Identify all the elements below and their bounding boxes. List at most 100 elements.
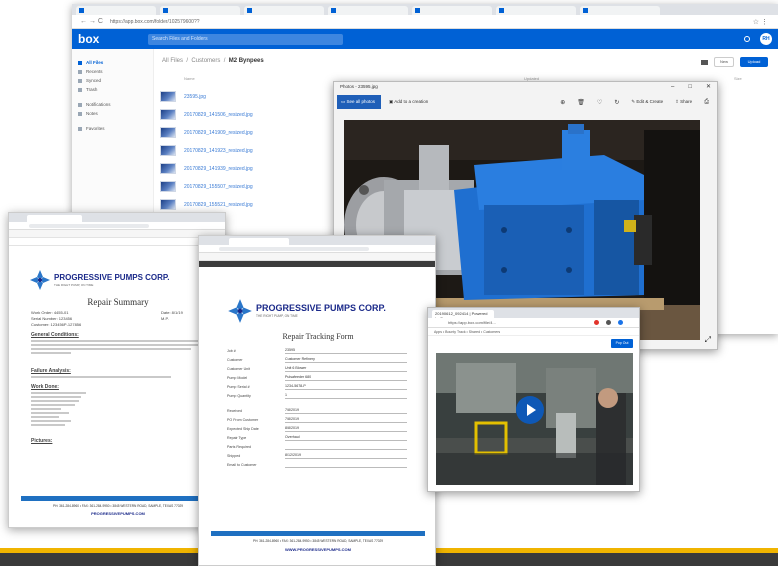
company-logo: PROGRESSIVE PUMPS CORP. THE RIGHT PUMP, … — [227, 298, 386, 324]
company-tagline: THE RIGHT PUMP, ON TIME — [54, 282, 94, 287]
pop-out-button[interactable]: Pop Out — [611, 339, 633, 348]
file-row[interactable]: 23595.jpg — [160, 88, 206, 105]
maximize-icon[interactable]: □ — [688, 84, 692, 90]
file-name[interactable]: 20170829_141939_resized.jpg — [184, 166, 253, 172]
address-url[interactable] — [219, 247, 369, 251]
box-video-window: 20190612_092414 | Powered by Box https:/… — [427, 307, 640, 492]
company-logo: PROGRESSIVE PUMPS CORP. THE RIGHT PUMP, … — [29, 269, 169, 291]
browser-tab[interactable] — [244, 6, 324, 15]
avatar[interactable]: RH — [760, 33, 772, 45]
star-icon — [78, 126, 82, 131]
delete-icon[interactable]: 🗑 — [577, 99, 585, 106]
add-to-creation-button[interactable]: ▣ Add to a creation — [389, 99, 428, 105]
browser-tab[interactable] — [76, 6, 156, 15]
address-url[interactable] — [29, 224, 149, 228]
file-row[interactable]: 20170829_155507_resized.jpg — [160, 178, 253, 195]
search-input[interactable]: Search Files and Folders — [148, 33, 343, 45]
footer-website[interactable]: PROGRESSIVEPUMPS.COM — [21, 511, 215, 516]
file-row[interactable]: 20170829_141939_resized.jpg — [160, 160, 253, 177]
sidebar-item-trash[interactable]: Trash — [78, 85, 147, 94]
breadcrumb: All Files / Customers / M2 Bynpees — [162, 58, 264, 64]
sidebar-item-notes[interactable]: Notes — [78, 109, 147, 118]
zoom-icon[interactable]: ⊕ — [560, 99, 565, 106]
sidebar-item-synced[interactable]: Synced — [78, 76, 147, 85]
form-label: Pump Model — [227, 375, 248, 380]
tracking-form: Job #23595 Customer Customer Refinery Custo… — [227, 346, 407, 469]
help-icon[interactable] — [744, 36, 750, 42]
browser-tab[interactable] — [160, 6, 240, 15]
expand-icon[interactable]: ⤢ — [705, 335, 711, 345]
browser-address-bar — [199, 245, 435, 253]
text-line — [31, 376, 171, 378]
file-name[interactable]: 20170829_155521_resized.jpg — [184, 202, 253, 208]
file-name[interactable]: 23595.jpg — [184, 94, 206, 100]
box-logo[interactable]: box — [78, 32, 148, 46]
play-button-icon[interactable] — [516, 396, 544, 424]
column-name[interactable]: Name — [184, 76, 195, 81]
browser-nav-icons[interactable]: ← → C — [80, 18, 110, 25]
browser-tab[interactable]: 20190612_092414 | Powered by Box — [432, 310, 494, 321]
extension-icon[interactable] — [618, 320, 623, 325]
text-line — [31, 420, 71, 422]
file-name[interactable]: 20170829_155507_resized.jpg — [184, 184, 253, 190]
extension-icon[interactable] — [594, 320, 599, 325]
extension-icon[interactable] — [606, 320, 611, 325]
column-size[interactable]: Size — [734, 76, 742, 81]
sidebar-item-label: Notes — [86, 111, 98, 116]
breadcrumb-root[interactable]: All Files — [162, 58, 183, 64]
pump-logo-icon — [228, 299, 252, 323]
browser-tab[interactable] — [27, 215, 82, 222]
close-icon[interactable]: ✕ — [706, 84, 711, 90]
address-url[interactable]: https://app.box.com/folder/102579600?? — [110, 19, 200, 25]
see-all-photos-button[interactable]: ▭ See all photos — [337, 95, 381, 109]
sidebar-item-all-files[interactable]: All Files — [78, 58, 147, 67]
browser-tab[interactable] — [580, 6, 660, 15]
image-thumbnail-icon — [160, 109, 176, 120]
file-name[interactable]: 20170829_141506_resized.jpg — [184, 112, 253, 118]
heart-icon[interactable]: ♡ — [597, 99, 602, 106]
rotate-icon[interactable]: ↻ — [614, 99, 619, 106]
print-icon[interactable]: ⎙ — [704, 99, 709, 106]
sidebar-item-notifications[interactable]: Notifications — [78, 100, 147, 109]
file-name[interactable]: 20170829_141923_resized.jpg — [184, 148, 253, 154]
photos-toolbar: ▭ See all photos ▣ Add to a creation ⊕ 🗑… — [334, 92, 717, 112]
video-player[interactable] — [436, 353, 633, 485]
share-button[interactable]: ⇪ Share — [675, 99, 692, 105]
browser-tab[interactable] — [496, 6, 576, 15]
trash-icon — [78, 87, 82, 92]
sidebar-item-label: Favorites — [86, 126, 105, 131]
browser-tab[interactable] — [328, 6, 408, 15]
file-row[interactable]: 20170829_141506_resized.jpg — [160, 106, 253, 123]
company-tagline: THE RIGHT PUMP, ON TIME — [256, 314, 298, 318]
footer-website[interactable]: WWW.PROGRESSIVEPUMPS.COM — [211, 547, 425, 552]
file-row[interactable]: 20170829_155521_resized.jpg — [160, 196, 253, 213]
form-row: Shipped 8/12/2019 — [227, 451, 407, 460]
sidebar-item-recents[interactable]: Recents — [78, 67, 147, 76]
browser-menu-icon[interactable]: ☆ ⋮ — [753, 18, 778, 26]
text-line — [31, 344, 206, 346]
minimize-icon[interactable]: – — [671, 84, 674, 90]
new-button[interactable]: New — [714, 57, 734, 67]
upload-button[interactable]: Upload — [740, 57, 768, 67]
section-heading: Work Done: — [31, 384, 59, 390]
file-name[interactable]: 20170829_141909_resized.jpg — [184, 130, 253, 136]
form-value — [285, 462, 407, 468]
photos-title: Photos - 23595.jpg — [340, 84, 378, 89]
browser-address-bar: https://app.box.com/file/4... — [428, 318, 639, 328]
edit-create-button[interactable]: ✎ Edit & Create — [631, 99, 663, 105]
form-row: Expected Ship Date 8/8/2019 — [227, 424, 407, 433]
address-url[interactable]: https://app.box.com/file/4... — [448, 320, 496, 325]
breadcrumb-current[interactable]: M2 Bynpees — [229, 58, 264, 64]
sidebar-item-favorites[interactable]: Favorites — [78, 124, 147, 133]
breadcrumb-middle[interactable]: Customers — [191, 58, 220, 64]
sidebar-item-label: Recents — [86, 69, 103, 74]
browser-tab[interactable] — [412, 6, 492, 15]
form-label: Shipped — [227, 453, 241, 458]
browser-tab[interactable] — [229, 238, 289, 245]
form-label: Received — [227, 408, 242, 413]
form-row: Job # 23595 — [227, 346, 407, 355]
file-row[interactable]: 20170829_141909_resized.jpg — [160, 124, 253, 141]
file-row[interactable]: 20170829_141923_resized.jpg — [160, 142, 253, 159]
pen-icon[interactable] — [701, 59, 708, 65]
image-thumbnail-icon — [160, 145, 176, 156]
